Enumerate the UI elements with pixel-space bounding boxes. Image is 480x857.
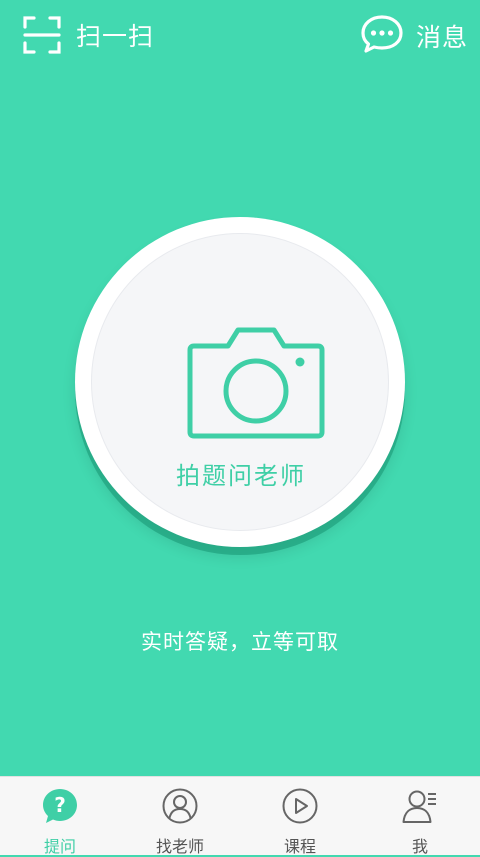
capture-label: 拍题问老师 bbox=[176, 462, 306, 490]
tab-find-teacher-label: 找老师 bbox=[155, 837, 204, 856]
photo-question-button-inner: 拍题问老师 bbox=[91, 233, 389, 531]
tab-me-label: 我 bbox=[411, 837, 428, 856]
scan-label: 扫一扫 bbox=[76, 22, 155, 51]
play-icon bbox=[281, 787, 319, 825]
svg-text:?: ? bbox=[54, 793, 66, 817]
scan-button[interactable]: 扫一扫 bbox=[22, 14, 154, 56]
question-icon: ? bbox=[41, 787, 79, 825]
tab-ask-label: 提问 bbox=[43, 837, 76, 856]
top-bar: 扫一扫 消息 bbox=[0, 0, 480, 72]
scan-icon bbox=[22, 15, 62, 55]
messages-button[interactable]: 消息 bbox=[360, 14, 468, 58]
messages-label: 消息 bbox=[415, 23, 468, 52]
chat-bubble-icon bbox=[360, 14, 404, 58]
tab-find-teacher[interactable]: 找老师 bbox=[120, 777, 240, 856]
profile-icon bbox=[401, 787, 439, 825]
bottom-tab-bar: ? 提问 找老师 课程 我 bbox=[0, 776, 480, 856]
subtitle-text: 实时答疑，立等可取 bbox=[141, 630, 339, 654]
tab-courses-label: 课程 bbox=[283, 837, 316, 856]
teacher-icon bbox=[161, 787, 199, 825]
tab-me[interactable]: 我 bbox=[360, 777, 480, 856]
tab-ask[interactable]: ? 提问 bbox=[0, 777, 120, 856]
photo-question-button[interactable]: 拍题问老师 bbox=[75, 217, 405, 547]
camera-icon bbox=[186, 324, 326, 446]
tab-courses[interactable]: 课程 bbox=[240, 777, 360, 856]
